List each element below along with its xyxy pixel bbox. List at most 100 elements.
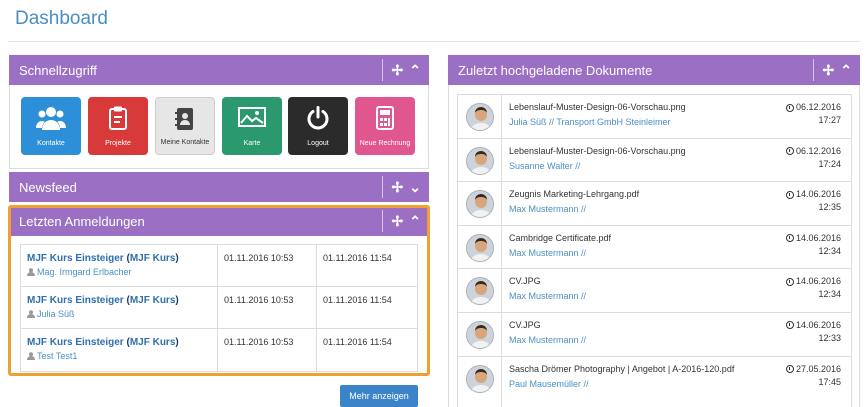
avatar — [466, 146, 494, 175]
calculator-icon — [355, 105, 415, 131]
document-info: CV.JPG Max Mustermann // — [509, 275, 739, 303]
tile-karte[interactable]: Karte — [222, 97, 282, 155]
collapse-icon[interactable]: ⌃ — [409, 63, 421, 77]
list-item: Cambridge Certificate.pdf Max Mustermann … — [458, 225, 851, 270]
user-name: Mag. Irmgard Erlbacher — [37, 267, 132, 277]
newsfeed-controls: ✢ ⌄ — [381, 176, 429, 198]
document-timestamp: 06.12.2016 17:27 — [785, 101, 841, 127]
course-link[interactable]: MJF Kurs Einsteiger (MJF Kurs) — [27, 295, 211, 306]
document-filename[interactable]: Cambridge Certificate.pdf — [509, 232, 739, 245]
document-time: 12:34 — [818, 245, 841, 256]
document-filename[interactable]: Lebenslauf-Muster-Design-06-Vorschau.png — [509, 101, 739, 114]
user-link[interactable]: Julia Süß — [27, 309, 211, 319]
document-date: 06.12.2016 — [795, 145, 841, 156]
expand-icon[interactable]: ⌄ — [409, 180, 421, 194]
document-time: 12:35 — [818, 202, 841, 213]
logins-title: Letzten Anmeldungen — [19, 213, 145, 229]
avatar — [466, 364, 494, 393]
document-date: 06.12.2016 — [795, 102, 841, 112]
avatar — [466, 233, 494, 262]
document-owner[interactable]: Susanne Walter // — [509, 160, 739, 173]
document-filename[interactable]: CV.JPG — [509, 319, 739, 332]
document-filename[interactable]: Zeugnis Marketing-Lehrgang.pdf — [509, 188, 739, 201]
login-end: 01.11.2016 11:54 — [323, 295, 392, 305]
document-owner[interactable]: Max Mustermann // — [509, 334, 739, 347]
clock-icon — [785, 277, 794, 286]
tile-neue-rechnung[interactable]: Neue Rechnung — [355, 97, 415, 155]
document-filename[interactable]: Sascha Drömer Photography | Angebot | A-… — [509, 363, 739, 376]
user-link[interactable]: Mag. Irmgard Erlbacher — [27, 267, 211, 277]
dashboard-page: Dashboard Schnellzugriff ✢ ⌃ Kontakte Pro… — [0, 0, 868, 407]
documents-header[interactable]: Zuletzt hochgeladene Dokumente ✢ ⌃ — [448, 55, 860, 85]
move-icon[interactable]: ✢ — [392, 180, 404, 194]
login-course-cell: MJF Kurs Einsteiger (MJF Kurs) Mag. Irmga… — [21, 245, 218, 286]
tile-meine-kontakte[interactable]: Meine Kontakte — [155, 97, 215, 155]
document-owner[interactable]: Max Mustermann // — [509, 290, 739, 303]
course-link[interactable]: MJF Kurs Einsteiger (MJF Kurs) — [27, 337, 211, 348]
documents-controls: ✢ ⌃ — [812, 59, 860, 81]
collapse-icon[interactable]: ⌃ — [409, 214, 421, 228]
person-icon — [27, 267, 37, 277]
tile-label: Kontakte — [37, 140, 65, 147]
logins-header[interactable]: Letzten Anmeldungen ✢ ⌃ — [9, 206, 429, 236]
newsfeed-header[interactable]: Newsfeed ✢ ⌄ — [9, 172, 429, 202]
document-timestamp: 14.06.2016 12:35 — [785, 188, 841, 214]
user-link[interactable]: Test Test1 — [27, 351, 211, 361]
document-date: 14.06.2016 — [795, 276, 841, 287]
documents-list: Lebenslauf-Muster-Design-06-Vorschau.png… — [457, 94, 852, 407]
tile-label: Projekte — [105, 140, 131, 147]
tile-kontakte[interactable]: Kontakte — [21, 97, 81, 155]
schnellzugriff-controls: ✢ ⌃ — [381, 59, 429, 81]
login-course-cell: MJF Kurs Einsteiger (MJF Kurs) Julia Süß — [21, 287, 218, 328]
document-filename[interactable]: CV.JPG — [509, 275, 739, 288]
person-icon — [27, 309, 37, 319]
document-timestamp: 27.05.2016 17:45 — [785, 363, 841, 389]
tile-logout[interactable]: Logout — [288, 97, 348, 155]
document-owner[interactable]: Max Mustermann // — [509, 203, 739, 216]
documents-title: Zuletzt hochgeladene Dokumente — [458, 62, 653, 78]
document-time: 17:27 — [818, 115, 841, 125]
collapse-icon[interactable]: ⌃ — [840, 63, 852, 77]
course-name: MJF Kurs Einsteiger — [27, 295, 124, 306]
course-link[interactable]: MJF Kurs Einsteiger (MJF Kurs) — [27, 253, 211, 264]
tile-projekte[interactable]: Projekte — [88, 97, 148, 155]
clock-icon — [785, 147, 794, 156]
person-icon — [27, 351, 37, 361]
avatar-cell — [458, 356, 502, 407]
document-time: 17:24 — [818, 158, 841, 169]
clock-icon — [785, 103, 794, 112]
document-date: 14.06.2016 — [795, 232, 841, 243]
newsfeed-title: Newsfeed — [19, 179, 77, 195]
logins-table: MJF Kurs Einsteiger (MJF Kurs) Mag. Irmga… — [20, 244, 418, 372]
document-info: Lebenslauf-Muster-Design-06-Vorschau.png… — [509, 101, 739, 129]
table-row: MJF Kurs Einsteiger (MJF Kurs) Mag. Irmga… — [21, 245, 417, 287]
avatar — [466, 277, 494, 306]
schnellzugriff-header[interactable]: Schnellzugriff ✢ ⌃ — [9, 55, 429, 85]
document-owner[interactable]: Julia Süß // Transport GmbH Steinleimer — [509, 116, 739, 129]
document-owner[interactable]: Max Mustermann // — [509, 247, 739, 260]
document-filename[interactable]: Lebenslauf-Muster-Design-06-Vorschau.png — [509, 145, 739, 158]
move-icon[interactable]: ✢ — [392, 214, 404, 228]
tile-label: Logout — [307, 140, 329, 147]
move-icon[interactable]: ✢ — [392, 63, 404, 77]
users-icon — [21, 105, 81, 131]
table-row: MJF Kurs Einsteiger (MJF Kurs) Test Test1… — [21, 329, 417, 371]
address-book-icon — [156, 106, 214, 132]
course-tag: MJF Kurs — [129, 337, 176, 348]
login-end: 01.11.2016 11:54 — [323, 337, 392, 347]
document-timestamp: 14.06.2016 12:33 — [785, 319, 841, 345]
more-button[interactable]: Mehr anzeigen — [340, 385, 418, 407]
avatar-cell — [458, 225, 502, 269]
list-item: CV.JPG Max Mustermann // 14.06.2016 12:34 — [458, 269, 851, 313]
clipboard-icon — [88, 105, 148, 131]
tile-label: Karte — [243, 140, 261, 147]
document-owner[interactable]: Paul Mausemüller // — [509, 378, 739, 391]
page-title: Dashboard — [15, 8, 108, 29]
course-tag: MJF Kurs — [129, 295, 176, 306]
move-icon[interactable]: ✢ — [823, 63, 835, 77]
login-end: 01.11.2016 11:54 — [323, 253, 392, 263]
document-info: Zeugnis Marketing-Lehrgang.pdf Max Muster… — [509, 188, 739, 216]
course-name: MJF Kurs Einsteiger — [27, 253, 124, 264]
user-name: Julia Süß — [37, 309, 75, 319]
document-date: 14.06.2016 — [795, 189, 841, 200]
